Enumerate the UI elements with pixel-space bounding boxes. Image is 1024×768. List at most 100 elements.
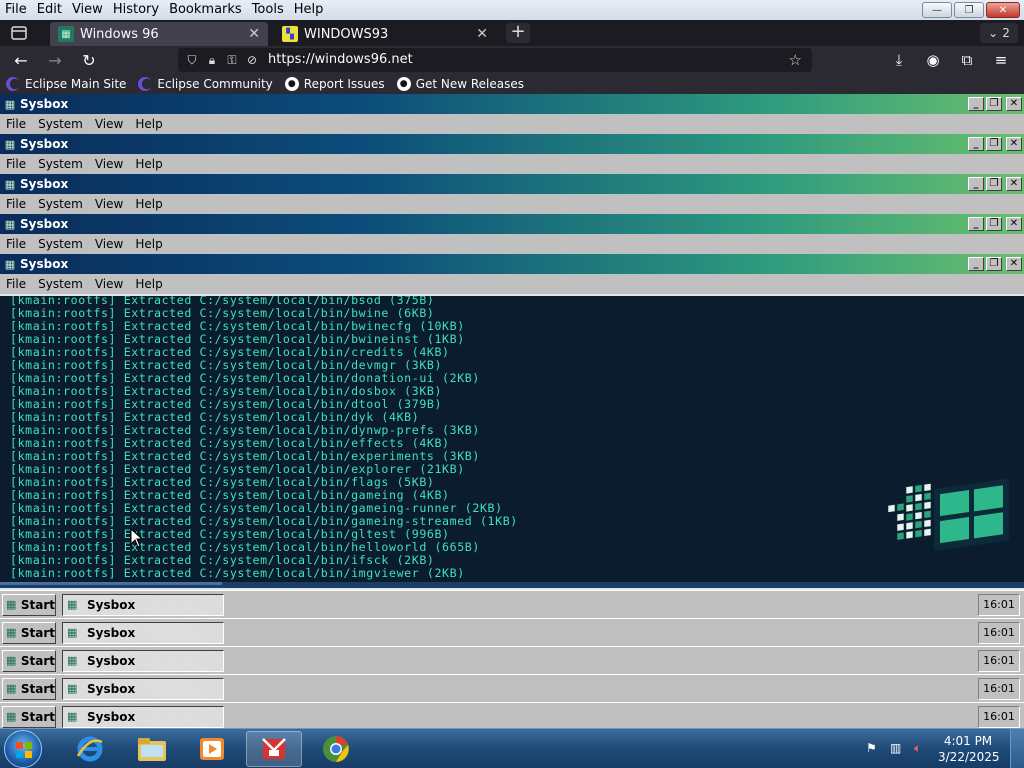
sysbox-titlebar[interactable]: ▦ Sysbox _ ❐ ✕ [0, 214, 1024, 234]
volume-muted-icon[interactable]: 🔈︎ [914, 741, 921, 756]
windows-start-orb-icon[interactable] [4, 730, 42, 768]
menu-view[interactable]: View [91, 277, 127, 291]
menu-help[interactable]: Help [131, 197, 166, 211]
menu-file[interactable]: File [0, 0, 32, 20]
close-button[interactable]: ✕ [1006, 97, 1022, 111]
menu-help[interactable]: Help [131, 277, 166, 291]
shield-icon[interactable]: ⛉ [184, 52, 200, 68]
menu-help[interactable]: Help [131, 237, 166, 251]
start-button[interactable]: ▦ Start [2, 706, 56, 728]
url-text[interactable]: https://windows96.net [268, 52, 413, 67]
restore-button[interactable]: ❐ [954, 2, 984, 18]
taskbar-gitkraken[interactable] [246, 731, 302, 767]
downloads-button[interactable]: ⤓ [888, 50, 910, 70]
menu-help[interactable]: Help [131, 157, 166, 171]
sysbox-titlebar[interactable]: ▦ Sysbox _ ❐ ✕ [0, 94, 1024, 114]
minimize-button[interactable]: _ [968, 137, 984, 151]
menu-view[interactable]: View [91, 157, 127, 171]
close-button[interactable]: ✕ [1006, 217, 1022, 231]
menu-view[interactable]: View [67, 0, 108, 20]
permissions-icon[interactable]: ⚿ [224, 52, 240, 68]
taskbar-item-sysbox[interactable]: ▦ Sysbox [62, 650, 224, 672]
bookmark-eclipse-community[interactable]: Eclipse Community [138, 77, 273, 91]
taskbar-file-explorer[interactable] [124, 731, 180, 767]
back-button[interactable]: ← [10, 50, 32, 70]
start-button[interactable]: ▦ Start [2, 594, 56, 616]
menu-history[interactable]: History [108, 0, 164, 20]
bookmark-eclipse-main-site[interactable]: Eclipse Main Site [6, 77, 126, 91]
menu-file[interactable]: File [2, 117, 30, 131]
menu-file[interactable]: File [2, 197, 30, 211]
extensions-icon: ⧉ [961, 51, 973, 69]
close-button[interactable]: ✕ [1006, 137, 1022, 151]
menu-file[interactable]: File [2, 237, 30, 251]
url-bar[interactable]: ⛉ 🔒︎ ⚿ ⊘ https://windows96.net ☆ [178, 48, 812, 72]
lock-icon[interactable]: 🔒︎ [204, 52, 220, 68]
menu-edit[interactable]: Edit [32, 0, 67, 20]
show-desktop-button[interactable] [1010, 729, 1024, 768]
tab-windows93[interactable]: ▚ WINDOWS93 ✕ [274, 22, 496, 46]
tab-windows96[interactable]: ▦ Windows 96 ✕ [50, 22, 268, 46]
account-button[interactable]: ◉ [922, 50, 944, 70]
start-button[interactable]: ▦ Start [2, 650, 56, 672]
close-tab-icon[interactable]: ✕ [476, 26, 488, 42]
taskbar-item-sysbox[interactable]: ▦ Sysbox [62, 622, 224, 644]
forward-button[interactable]: → [44, 50, 66, 70]
menu-system[interactable]: System [34, 237, 87, 251]
start-button[interactable]: ▦ Start [2, 622, 56, 644]
menu-system[interactable]: System [34, 197, 87, 211]
start-button[interactable]: ▦ Start [2, 678, 56, 700]
extensions-button[interactable]: ⧉ [956, 50, 978, 70]
bookmark-report-issues[interactable]: ● Report Issues [284, 77, 385, 91]
sysbox-titlebar[interactable]: ▦ Sysbox _ ❐ ✕ [0, 174, 1024, 194]
menu-system[interactable]: System [34, 157, 87, 171]
sysbox-titlebar[interactable]: ▦ Sysbox _ ❐ ✕ [0, 254, 1024, 274]
sysbox-titlebar[interactable]: ▦ Sysbox _ ❐ ✕ [0, 134, 1024, 154]
menu-view[interactable]: View [91, 197, 127, 211]
network-icon[interactable]: ▥ [890, 741, 901, 755]
maximize-button[interactable]: ❐ [986, 177, 1002, 191]
menu-bookmarks[interactable]: Bookmarks [164, 0, 247, 20]
minimize-button[interactable]: _ [968, 257, 984, 271]
bookmark-star-icon[interactable]: ☆ [789, 51, 802, 69]
close-button[interactable]: ✕ [986, 2, 1020, 18]
new-tab-button[interactable]: + [506, 23, 530, 43]
minimize-button[interactable]: _ [968, 97, 984, 111]
menu-tools[interactable]: Tools [247, 0, 289, 20]
tracking-off-icon[interactable]: ⊘ [244, 52, 260, 68]
menu-file[interactable]: File [2, 277, 30, 291]
minimize-button[interactable]: _ [968, 177, 984, 191]
maximize-button[interactable]: ❐ [986, 217, 1002, 231]
taskbar-internet-explorer[interactable] [62, 731, 118, 767]
menu-help[interactable]: Help [131, 117, 166, 131]
boot-log-terminal[interactable]: [kmain:rootfs] Extracted C:/system/local… [0, 296, 1024, 582]
mouse-cursor-icon [130, 528, 144, 548]
menu-help[interactable]: Help [289, 0, 329, 20]
reload-button[interactable]: ↻ [78, 50, 100, 70]
close-button[interactable]: ✕ [1006, 257, 1022, 271]
bookmark-get-new-releases[interactable]: ● Get New Releases [396, 77, 524, 91]
menu-system[interactable]: System [34, 277, 87, 291]
app-menu-button[interactable]: ≡ [990, 50, 1012, 70]
close-button[interactable]: ✕ [1006, 177, 1022, 191]
taskbar-media-player[interactable] [184, 731, 240, 767]
action-center-flag-icon[interactable]: ⚑ [866, 741, 877, 755]
close-tab-icon[interactable]: ✕ [248, 26, 260, 42]
minimize-button[interactable]: — [922, 2, 952, 18]
taskbar-item-sysbox[interactable]: ▦ Sysbox [62, 678, 224, 700]
taskbar-chrome[interactable] [308, 731, 364, 767]
minimize-button[interactable]: _ [968, 217, 984, 231]
maximize-button[interactable]: ❐ [986, 257, 1002, 271]
maximize-button[interactable]: ❐ [986, 137, 1002, 151]
maximize-button[interactable]: ❐ [986, 97, 1002, 111]
menu-system[interactable]: System [34, 117, 87, 131]
menu-file[interactable]: File [2, 157, 30, 171]
tab-overflow-button[interactable]: ⌄ 2 [980, 23, 1018, 43]
menu-view[interactable]: View [91, 237, 127, 251]
system-clock[interactable]: 4:01 PM 3/22/2025 [938, 733, 1000, 765]
list-all-tabs-button[interactable] [8, 23, 30, 43]
menu-view[interactable]: View [91, 117, 127, 131]
taskbar-item-sysbox[interactable]: ▦ Sysbox [62, 706, 224, 728]
eclipse-icon [6, 77, 20, 91]
taskbar-item-sysbox[interactable]: ▦ Sysbox [62, 594, 224, 616]
